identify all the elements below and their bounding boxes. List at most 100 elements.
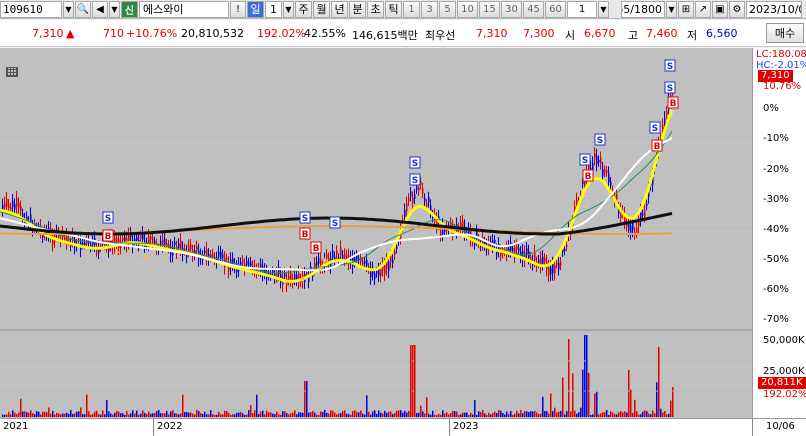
period-second-button[interactable]: 초 [367, 0, 384, 18]
candle-body [510, 242, 512, 251]
volume-bar [150, 413, 152, 417]
volume-bar [564, 414, 566, 417]
period-count-input[interactable]: 1 [265, 0, 282, 18]
volume-bar [458, 414, 460, 417]
stock-code-input[interactable]: 109610 [0, 0, 62, 18]
volume-bar [176, 413, 178, 417]
interval-60-button[interactable]: 60 [545, 0, 566, 18]
volume-bar [6, 414, 8, 417]
volume-bar [296, 414, 298, 417]
volume-bar [488, 412, 490, 417]
sell-signal-marker: S [102, 211, 114, 224]
volume-bar [74, 413, 76, 417]
volume-bar [216, 414, 218, 417]
candle-body [344, 254, 346, 260]
candle-body [226, 257, 228, 260]
volume-bar [108, 411, 110, 417]
chart-area[interactable]: SBSBBSSSSBSSBSSB✦✦✦✦✦ LC:180.08% HC:-2.0… [0, 48, 806, 418]
price-chart: SBSBBSSSSBSSBSSB✦ ✦✦✦✦ [0, 59, 752, 319]
grid-icon[interactable] [6, 67, 18, 77]
volume-bar [432, 410, 434, 417]
candle-body [630, 225, 632, 233]
period-day-button[interactable]: 일 [247, 0, 264, 18]
period-tick-button[interactable]: 틱 [385, 0, 402, 18]
volume-bar [618, 412, 620, 417]
candle-body [426, 203, 428, 207]
volume-bar [550, 393, 552, 417]
volume-bar [548, 413, 550, 417]
candle-body [220, 251, 222, 259]
svg-text:B: B [585, 172, 592, 182]
candle-body [376, 270, 378, 274]
search-icon[interactable]: 🔍 [75, 0, 91, 18]
gear-icon[interactable]: ⚙ [729, 0, 745, 18]
sell-signal-marker: S [594, 133, 606, 146]
candle-body [418, 187, 420, 191]
interval-3-button[interactable]: 3 [421, 0, 438, 18]
speaker-dropdown-button[interactable]: ▼ [109, 0, 120, 18]
buy-signal-marker: B [651, 139, 663, 152]
price-pane[interactable]: S B S B B S S S S B S S B S S B ✦ ✦ ✦ ✦ ✦ [0, 48, 752, 329]
period-week-button[interactable]: 주 [295, 0, 312, 18]
volume-bar [438, 413, 440, 417]
volume-bar [190, 412, 192, 417]
period-minute-button[interactable]: 분 [349, 0, 366, 18]
interval-select-dropdown[interactable]: ▼ [598, 0, 609, 18]
interval-10-button[interactable]: 10 [457, 0, 478, 18]
candle-body [248, 262, 250, 266]
volume-bar [384, 410, 386, 417]
candle-body [284, 272, 286, 277]
candle-body [602, 168, 604, 177]
candle-body [394, 250, 396, 255]
period-month-button[interactable]: 월 [313, 0, 330, 18]
alert-button[interactable]: ! [230, 0, 246, 18]
volume-bar [254, 410, 256, 417]
speaker-icon[interactable]: ◀ [92, 0, 108, 18]
volume-bar [490, 414, 492, 417]
candle-body [18, 203, 20, 209]
candle-body [152, 237, 154, 243]
candle-body [340, 247, 342, 256]
volume-bar [434, 414, 436, 417]
volume-bar [8, 411, 10, 417]
candle-body [606, 170, 608, 173]
volume-bar [582, 369, 584, 417]
candle-body [196, 246, 198, 251]
save-icon[interactable]: ▣ [712, 0, 728, 18]
volume-bar [156, 410, 158, 417]
stock-name-field[interactable]: 에스와이 [139, 0, 229, 18]
period-year-button[interactable]: 년 [331, 0, 348, 18]
candle-body [564, 249, 566, 252]
interval-15-button[interactable]: 15 [479, 0, 500, 18]
volume-bar [42, 411, 44, 417]
period-count-dropdown[interactable]: ▼ [283, 0, 294, 18]
indicator-icon[interactable]: ⊞ [678, 0, 694, 18]
interval-5-button[interactable]: 5 [439, 0, 456, 18]
candle-body [526, 248, 528, 255]
volume-bar [390, 411, 392, 417]
candle-body [174, 241, 176, 245]
volume-pane[interactable] [0, 331, 752, 417]
volume-bar [14, 412, 16, 417]
interval-45-button[interactable]: 45 [523, 0, 544, 18]
volume-bar [294, 410, 296, 417]
data-count-dropdown[interactable]: ▼ [666, 0, 677, 18]
interval-1-button[interactable]: 1 [403, 0, 420, 18]
data-count-field[interactable]: 565/1800 [621, 0, 665, 18]
volume-bar [336, 414, 338, 417]
volume-bar [94, 411, 96, 417]
code-dropdown-button[interactable]: ▼ [63, 0, 74, 18]
date-field[interactable]: 2023/10/06 [746, 0, 802, 18]
interval-select[interactable]: 1 [567, 0, 597, 18]
volume-bar [594, 393, 596, 417]
trend-icon[interactable]: ↗ [695, 0, 711, 18]
time-axis[interactable]: 2021 2022 2023 10/06 [0, 418, 806, 436]
svg-text:B: B [105, 232, 112, 242]
volume-bar [442, 410, 444, 417]
candle-body [20, 206, 22, 212]
buy-button[interactable]: 매수 [766, 23, 804, 43]
interval-30-button[interactable]: 30 [501, 0, 522, 18]
volume-bar [514, 413, 516, 417]
price-axis[interactable]: LC:180.08% HC:-2.01% 7,310 10.76% 0% -10… [752, 48, 806, 418]
volume-bar [308, 412, 310, 417]
